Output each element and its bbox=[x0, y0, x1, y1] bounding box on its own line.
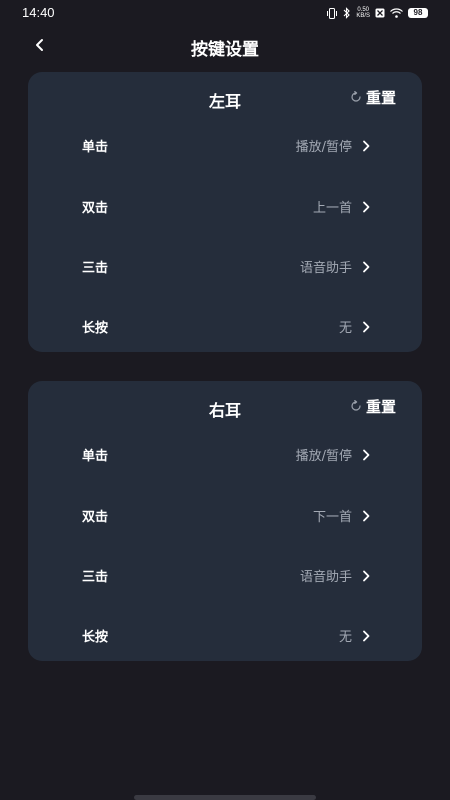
battery-icon: 98 bbox=[408, 8, 428, 18]
reset-label: 重置 bbox=[365, 89, 396, 107]
right-ear-card: 右耳 重置 单击 播放/暂停 双击 下一首 三击 语音助手 长按 无 bbox=[28, 381, 422, 661]
left-ear-row-single-tap[interactable]: 单击 播放/暂停 bbox=[28, 122, 422, 166]
wifi-icon bbox=[390, 8, 403, 18]
chevron-right-icon bbox=[360, 447, 372, 461]
chevron-right-icon bbox=[360, 319, 372, 333]
left-ear-card: 左耳 重置 单击 播放/暂停 双击 上一首 三击 语音助手 长按 无 bbox=[28, 72, 422, 352]
chevron-right-icon bbox=[360, 259, 372, 273]
row-label: 双击 bbox=[82, 510, 109, 525]
row-label: 三击 bbox=[82, 570, 109, 585]
sim-blocked-icon bbox=[375, 8, 385, 18]
net-speed: 0.50 KB/S bbox=[356, 7, 370, 19]
left-ear-reset-button[interactable]: 重置 bbox=[350, 87, 396, 108]
refresh-icon bbox=[350, 88, 362, 107]
row-value: 播放/暂停 bbox=[295, 140, 352, 155]
chevron-right-icon bbox=[360, 138, 372, 152]
home-indicator[interactable] bbox=[134, 795, 316, 800]
vibrate-icon bbox=[326, 7, 338, 19]
right-ear-row-triple-tap[interactable]: 三击 语音助手 bbox=[28, 552, 422, 596]
left-ear-row-long-press[interactable]: 长按 无 bbox=[28, 303, 422, 347]
chevron-right-icon bbox=[360, 628, 372, 642]
status-time: 14:40 bbox=[22, 5, 55, 20]
row-value: 上一首 bbox=[312, 201, 352, 216]
row-label: 双击 bbox=[82, 201, 109, 216]
row-label: 单击 bbox=[82, 449, 109, 464]
row-value: 语音助手 bbox=[299, 261, 352, 276]
right-ear-row-double-tap[interactable]: 双击 下一首 bbox=[28, 492, 422, 536]
reset-label: 重置 bbox=[365, 398, 396, 416]
row-label: 三击 bbox=[82, 261, 109, 276]
chevron-right-icon bbox=[360, 508, 372, 522]
bluetooth-icon bbox=[343, 7, 351, 19]
right-ear-reset-button[interactable]: 重置 bbox=[350, 396, 396, 417]
row-value: 播放/暂停 bbox=[295, 449, 352, 464]
row-value: 无 bbox=[338, 321, 352, 336]
row-label: 长按 bbox=[82, 321, 109, 336]
left-ear-row-double-tap[interactable]: 双击 上一首 bbox=[28, 183, 422, 227]
screen: 14:40 0.50 KB/S 98 按键设置 左耳 重置 单击 播放/暂停 双… bbox=[0, 0, 450, 800]
page-title: 按键设置 bbox=[191, 40, 259, 60]
row-value: 下一首 bbox=[312, 510, 352, 525]
row-value: 无 bbox=[338, 630, 352, 645]
status-icons: 0.50 KB/S 98 bbox=[326, 6, 428, 20]
status-bar: 14:40 0.50 KB/S 98 bbox=[0, 0, 450, 26]
row-value: 语音助手 bbox=[299, 570, 352, 585]
left-ear-row-triple-tap[interactable]: 三击 语音助手 bbox=[28, 243, 422, 287]
row-label: 单击 bbox=[82, 140, 109, 155]
right-ear-row-long-press[interactable]: 长按 无 bbox=[28, 612, 422, 656]
chevron-right-icon bbox=[360, 568, 372, 582]
header: 按键设置 bbox=[0, 26, 450, 66]
right-ear-row-single-tap[interactable]: 单击 播放/暂停 bbox=[28, 431, 422, 475]
net-speed-unit: KB/S bbox=[356, 13, 370, 19]
refresh-icon bbox=[350, 397, 362, 416]
row-label: 长按 bbox=[82, 630, 109, 645]
chevron-right-icon bbox=[360, 199, 372, 213]
